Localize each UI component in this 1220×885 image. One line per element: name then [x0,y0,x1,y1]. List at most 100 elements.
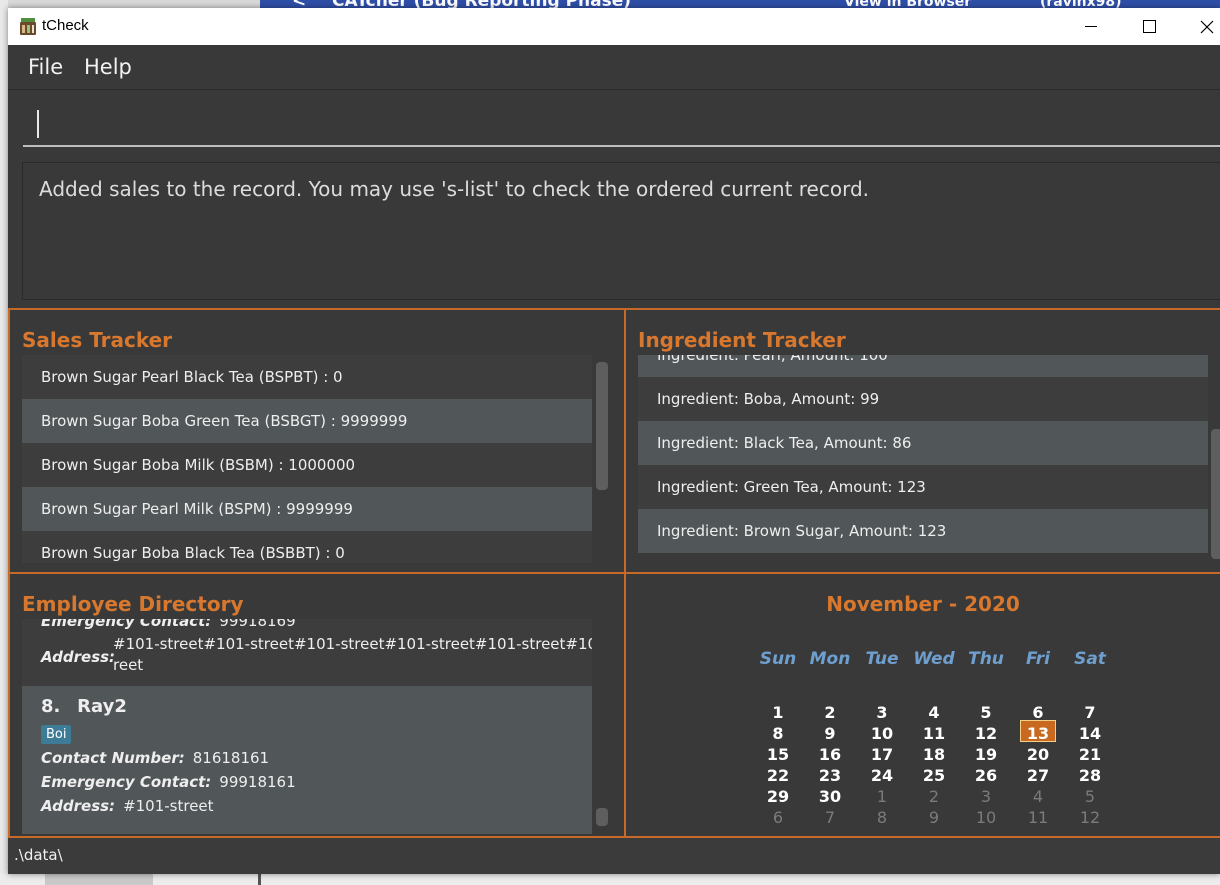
calendar-weekday-header: Fri [1026,649,1050,669]
window-title: tCheck [42,17,89,34]
calendar-day[interactable]: 6 [752,808,804,827]
emergency-contact-value: 99918161 [219,773,296,791]
calendar-day[interactable]: 4 [908,703,960,722]
calendar-day[interactable]: 24 [856,766,908,785]
background-back-arrow: < [292,0,306,8]
sales-list-item[interactable]: Brown Sugar Boba Black Tea (BSBBT) : 0 [22,531,592,563]
sales-list-item[interactable]: Brown Sugar Pearl Milk (BSPM) : 9999999 [22,487,592,531]
calendar-day[interactable]: 8 [856,808,908,827]
address-label: Address: [41,797,116,815]
calendar-day[interactable]: 23 [804,766,856,785]
calendar-day-today[interactable]: 13 [1012,724,1064,743]
close-button[interactable] [1178,8,1220,45]
calendar-day[interactable]: 28 [1064,766,1116,785]
contact-number-value: 81618161 [192,749,270,767]
calendar-day[interactable]: 15 [752,745,804,764]
ingredient-tracker-panel: Ingredient Tracker Ingredient: Pearl, Am… [624,308,1220,574]
calendar-day[interactable]: 1 [856,787,908,806]
employee-address-row: Address: #101-street [41,797,214,815]
address-value-line1: #101-street#101-street#101-street#101-st… [113,635,592,653]
background-user: (ravinx98) [1040,0,1122,8]
minimize-button[interactable] [1062,8,1120,45]
background-app-header: < CATcher (Bug Reporting Phase) View in … [260,0,1220,8]
sales-list-item[interactable]: Brown Sugar Boba Milk (BSBM) : 1000000 [22,443,592,487]
calendar-day[interactable]: 21 [1064,745,1116,764]
menu-help[interactable]: Help [84,55,132,79]
calendar-day[interactable]: 19 [960,745,1012,764]
calendar-day[interactable]: 10 [856,724,908,743]
calendar-day[interactable]: 12 [1064,808,1116,827]
background-divider [258,874,261,885]
sales-scrollbar[interactable] [596,362,608,490]
calendar-day[interactable]: 22 [752,766,804,785]
calendar-day[interactable]: 8 [752,724,804,743]
minimize-icon [1085,26,1097,27]
text-caret [37,110,39,138]
background-window-edge [0,0,8,885]
calendar-weekday-header: Mon [809,649,851,669]
address-value-line2: reet [113,656,144,674]
title-bar[interactable]: tCheck [8,8,1220,45]
calendar-day[interactable]: 12 [960,724,1012,743]
menu-file[interactable]: File [28,55,63,79]
calendar-day[interactable]: 18 [908,745,960,764]
ingredient-list-item[interactable]: Ingredient: Green Tea, Amount: 123 [638,465,1208,509]
employee-name: Ray2 [77,696,127,717]
calendar-day[interactable]: 29 [752,787,804,806]
calendar-day[interactable]: 11 [908,724,960,743]
ingredient-list[interactable]: Ingredient: Pearl, Amount: 100 Ingredien… [638,355,1208,563]
background-block [45,874,153,885]
menu-bar: File Help [8,45,1220,90]
emergency-contact-label: Emergency Contact: [41,619,212,630]
calendar-day[interactable]: 7 [1064,703,1116,722]
calendar-day[interactable]: 10 [960,808,1012,827]
ingredient-list-item[interactable]: Ingredient: Black Tea, Amount: 86 [638,421,1208,465]
sales-tracker-title: Sales Tracker [22,328,173,352]
calendar-title: November - 2020 [826,592,1020,616]
calendar-day[interactable]: 9 [804,724,856,743]
sales-list-item[interactable]: Brown Sugar Pearl Black Tea (BSPBT) : 0 [22,355,592,399]
calendar-day[interactable]: 2 [804,703,856,722]
close-icon [1200,20,1214,33]
ingredient-scrollbar[interactable] [1211,429,1220,559]
maximize-button[interactable] [1120,8,1178,45]
calendar-day[interactable]: 25 [908,766,960,785]
status-save-path: .\data\ [14,846,63,864]
address-label: Address: [41,648,116,666]
sales-list-item[interactable]: Brown Sugar Boba Green Tea (BSBGT) : 999… [22,399,592,443]
employee-emergency-row: Emergency Contact: 99918169 [41,619,296,630]
emergency-contact-value: 99918169 [219,619,296,630]
calendar-day[interactable]: 4 [1012,787,1064,806]
employee-list[interactable]: Emergency Contact: 99918169 Address: #101… [22,619,592,834]
calendar-day[interactable]: 6 [1012,703,1064,722]
calendar-day[interactable]: 3 [960,787,1012,806]
calendar-day[interactable]: 11 [1012,808,1064,827]
calendar-day[interactable]: 2 [908,787,960,806]
calendar-day[interactable]: 9 [908,808,960,827]
calendar-day[interactable]: 20 [1012,745,1064,764]
ingredient-list-item[interactable]: Ingredient: Brown Sugar, Amount: 123 [638,509,1208,553]
employee-index: 8. [41,696,61,717]
calendar-day[interactable]: 5 [960,703,1012,722]
sales-list[interactable]: Brown Sugar Pearl Black Tea (BSPBT) : 0 … [22,355,592,563]
calendar-day[interactable]: 7 [804,808,856,827]
calendar-day[interactable]: 5 [1064,787,1116,806]
calendar-day[interactable]: 17 [856,745,908,764]
calendar-weekday-header: Sat [1074,649,1106,669]
calendar-day[interactable]: 14 [1064,724,1116,743]
sales-tracker-panel: Sales Tracker Brown Sugar Pearl Black Te… [8,308,626,574]
calendar-day[interactable]: 1 [752,703,804,722]
ingredient-list-item[interactable]: Ingredient: Boba, Amount: 99 [638,377,1208,421]
command-input[interactable] [23,103,1220,147]
employee-card[interactable]: Emergency Contact: 99918169 Address: #101… [22,619,592,686]
ingredient-list-item[interactable]: Ingredient: Pearl, Amount: 100 [638,355,1208,377]
calendar-day[interactable]: 30 [804,787,856,806]
employee-scrollbar[interactable] [596,808,608,826]
calendar-day[interactable]: 3 [856,703,908,722]
calendar-day[interactable]: 27 [1012,766,1064,785]
background-app-title: CATcher (Bug Reporting Phase) [332,0,631,8]
calendar-day[interactable]: 16 [804,745,856,764]
employee-card[interactable]: 8. Ray2 Boi Contact Number: 81618161 Emer… [22,686,592,834]
ingredient-tracker-title: Ingredient Tracker [638,328,846,352]
calendar-day[interactable]: 26 [960,766,1012,785]
